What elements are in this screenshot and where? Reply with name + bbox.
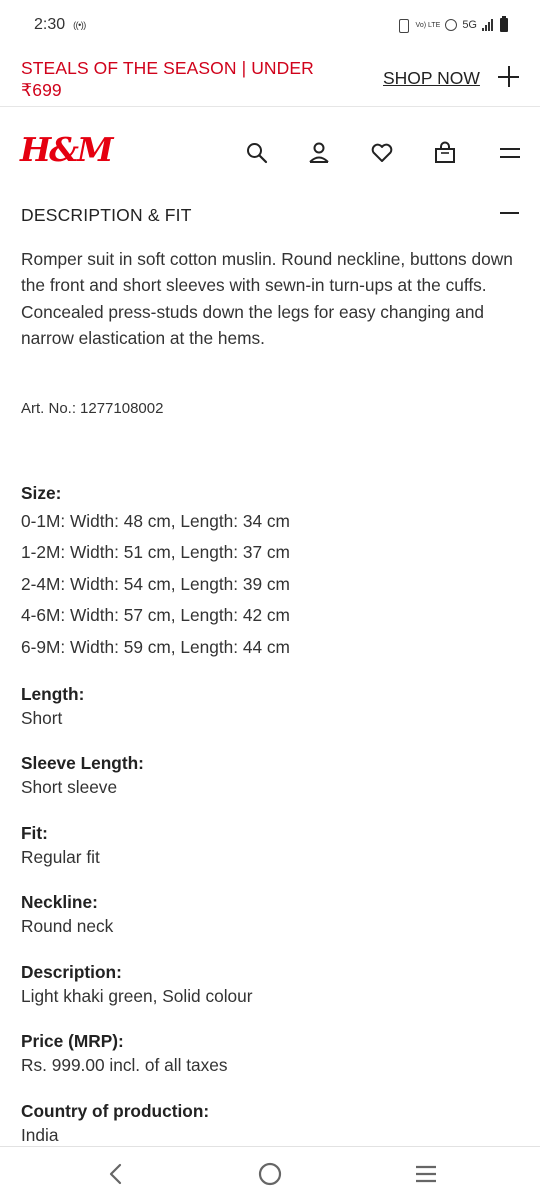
attribute-value: Round neck xyxy=(21,916,114,936)
network-type: 5G xyxy=(462,19,477,31)
radio-icon: ((•)) xyxy=(73,20,86,30)
attribute-country: Country of production: India xyxy=(21,1101,209,1146)
home-icon[interactable] xyxy=(255,1159,285,1189)
menu-icon[interactable] xyxy=(497,140,523,166)
size-row: 6-9M: Width: 59 cm, Length: 44 cm xyxy=(21,636,290,657)
attribute-label: Neckline: xyxy=(21,892,98,912)
attribute-value: Light khaki green, Solid colour xyxy=(21,986,253,1006)
size-label: Size: xyxy=(21,483,62,503)
attribute-description: Description: Light khaki green, Solid co… xyxy=(21,962,253,1007)
attribute-label: Country of production: xyxy=(21,1101,210,1121)
promo-banner[interactable]: STEALS OF THE SEASON | UNDER ₹699 SHOP N… xyxy=(0,50,540,105)
attribute-label: Price (MRP): xyxy=(21,1031,124,1051)
attribute-value: Rs. 999.00 incl. of all taxes xyxy=(21,1055,228,1075)
size-row: 4-6M: Width: 57 cm, Length: 42 cm xyxy=(21,605,290,626)
status-right: Vo) LTE 5G xyxy=(395,16,508,33)
attribute-value: Regular fit xyxy=(21,847,100,867)
attribute-sleeve-length: Sleeve Length: Short sleeve xyxy=(21,753,144,798)
system-nav-bar xyxy=(0,1147,540,1200)
shopping-bag-icon[interactable] xyxy=(432,140,458,166)
favorites-icon[interactable] xyxy=(369,140,395,166)
size-row: 1-2M: Width: 51 cm, Length: 37 cm xyxy=(21,542,290,563)
shop-now-link[interactable]: SHOP NOW xyxy=(383,68,480,89)
account-icon[interactable] xyxy=(306,140,332,166)
attribute-fit: Fit: Regular fit xyxy=(21,823,100,868)
status-time: 2:30 xyxy=(34,16,66,33)
attribute-label: Sleeve Length: xyxy=(21,753,144,773)
search-icon[interactable] xyxy=(244,140,270,166)
status-left: 2:30 ((•)) xyxy=(34,16,86,34)
size-block: Size: 0-1M: Width: 48 cm, Length: 34 cm … xyxy=(21,483,290,658)
attribute-label: Fit: xyxy=(21,823,48,843)
attribute-value: Short sleeve xyxy=(21,777,118,797)
attribute-neckline: Neckline: Round neck xyxy=(21,892,113,937)
size-row: 2-4M: Width: 54 cm, Length: 39 cm xyxy=(21,573,290,594)
plus-icon[interactable] xyxy=(498,66,520,88)
section-title[interactable]: DESCRIPTION & FIT xyxy=(21,205,192,226)
product-description: Romper suit in soft cotton muslin. Round… xyxy=(21,249,513,348)
attribute-label: Length: xyxy=(21,684,85,704)
divider xyxy=(0,106,540,107)
attribute-label: Description: xyxy=(21,962,122,982)
attribute-length: Length: Short xyxy=(21,684,84,729)
collapse-icon[interactable] xyxy=(500,212,519,214)
signal-icon xyxy=(482,19,493,31)
site-header: H&M xyxy=(0,120,540,180)
hotspot-icon xyxy=(445,19,458,31)
attribute-value: Short xyxy=(21,708,63,728)
vibrate-icon xyxy=(395,19,411,33)
article-number-label: Art. No.: xyxy=(21,400,77,417)
article-number-value: 1277108002 xyxy=(80,400,164,417)
article-number: Art. No.: 1277108002 xyxy=(21,400,163,417)
status-bar: 2:30 ((•)) Vo) LTE 5G xyxy=(0,0,540,50)
battery-icon xyxy=(500,16,508,32)
back-icon[interactable] xyxy=(100,1159,130,1189)
attribute-price: Price (MRP): Rs. 999.00 incl. of all tax… xyxy=(21,1031,228,1076)
volte-indicator: Vo) LTE xyxy=(415,21,441,29)
promo-text[interactable]: STEALS OF THE SEASON | UNDER ₹699 xyxy=(21,57,351,101)
brand-logo[interactable]: H&M xyxy=(20,130,114,169)
recents-icon[interactable] xyxy=(411,1159,441,1189)
attribute-value: India xyxy=(21,1125,59,1145)
size-row: 0-1M: Width: 48 cm, Length: 34 cm xyxy=(21,511,290,531)
